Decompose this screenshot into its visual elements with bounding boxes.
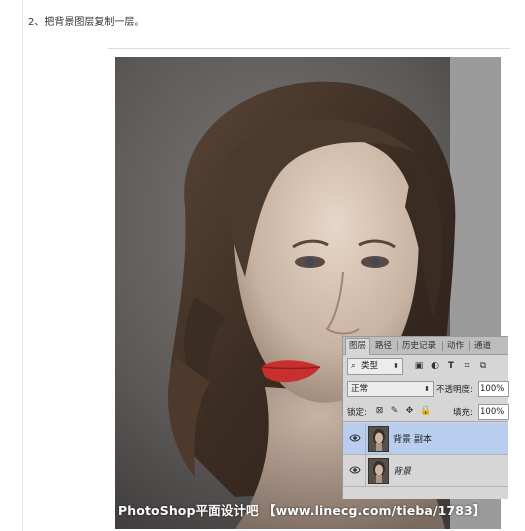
layers-panel: 图层 路径 历史记录 动作 通道 ⌕ 类型 ⬍ ▣ ◐ T ⌗ ⧉ 正常 ⬍ 不… [342,336,509,499]
panel-tab-bar: 图层 路径 历史记录 动作 通道 [343,337,508,355]
tab-layers[interactable]: 图层 [345,338,371,355]
text-filter-icon[interactable]: T [445,360,457,372]
tab-history[interactable]: 历史记录 [399,339,439,353]
row-divider [365,455,366,486]
lock-row: 锁定: ⊠ ✎ ✥ 🔒 填充: 100% [343,403,509,422]
fill-input[interactable]: 100% [478,404,509,420]
fill-label: 填充: [453,408,473,418]
layer-row-background-copy[interactable]: 背景 副本 [343,423,508,455]
tab-separator [442,341,443,351]
row-divider [365,423,366,454]
shape-filter-icon[interactable]: ⌗ [461,360,473,372]
image-filter-icon[interactable]: ▣ [413,360,425,372]
eye-icon[interactable] [349,465,361,475]
chevron-updown-icon: ⬍ [424,385,430,393]
search-icon: ⌕ [351,361,356,371]
adjustment-filter-icon[interactable]: ◐ [429,360,441,372]
opacity-label: 不透明度: [436,385,473,395]
content-left-border [22,0,23,531]
tab-channels[interactable]: 通道 [471,339,494,353]
layer-filter-row: ⌕ 类型 ⬍ ▣ ◐ T ⌗ ⧉ [343,358,508,375]
lock-all-icon[interactable]: 🔒 [420,405,431,417]
eye-icon[interactable] [349,433,361,443]
blend-row: 正常 ⬍ 不透明度: 100% [343,380,509,398]
layer-thumbnail [368,458,389,484]
filter-type-label: 类型 [361,361,379,371]
layer-name[interactable]: 背景 [393,464,411,477]
tab-actions[interactable]: 动作 [444,339,467,353]
tab-separator [469,341,470,351]
watermark-text: PhotoShop平面设计吧 【www.linecg.com/tieba/178… [118,503,486,518]
layer-row-background[interactable]: 背景 [343,455,508,487]
blend-mode-value: 正常 [351,384,369,394]
lock-transparent-icon[interactable]: ⊠ [374,405,385,417]
divider [108,48,510,49]
step-instruction: 2、把背景图层复制一层。 [28,17,145,28]
tab-separator [397,341,398,351]
blend-mode-select[interactable]: 正常 ⬍ [347,381,434,397]
lock-position-icon[interactable]: ✥ [404,405,415,417]
smart-object-filter-icon[interactable]: ⧉ [477,360,489,372]
tab-paths[interactable]: 路径 [372,339,395,353]
chevron-updown-icon: ⬍ [393,362,399,370]
layer-name[interactable]: 背景 副本 [393,432,432,445]
opacity-input[interactable]: 100% [478,381,509,397]
layer-filter-select[interactable]: ⌕ 类型 ⬍ [347,358,403,375]
lock-label: 锁定: [347,408,367,418]
lock-image-icon[interactable]: ✎ [389,405,400,417]
layer-thumbnail [368,426,389,452]
